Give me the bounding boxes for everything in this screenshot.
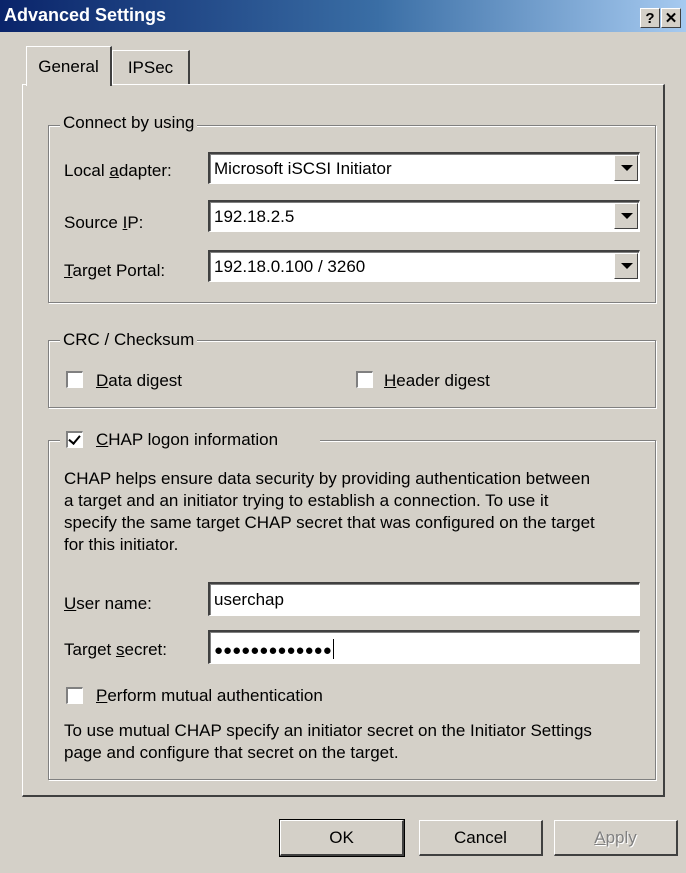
data-digest-checkbox[interactable]	[66, 371, 83, 388]
chap-legend-label: CHAP logon information	[96, 430, 279, 449]
source-ip-label: Source IP:	[64, 213, 144, 232]
target-portal-label: Target Portal:	[64, 261, 166, 280]
tab-ipsec[interactable]: IPSec	[112, 50, 190, 84]
title-bar: Advanced Settings ? ✕	[0, 0, 686, 32]
mutual-note: To use mutual CHAP specify an initiator …	[64, 721, 592, 762]
mutual-auth-checkbox[interactable]	[66, 687, 83, 704]
tab-general-label: General	[38, 56, 99, 76]
target-secret-label: Target secret:	[64, 640, 168, 659]
chap-checkbox[interactable]	[66, 431, 83, 448]
window-title: Advanced Settings	[4, 5, 167, 25]
crc-legend: CRC / Checksum	[60, 330, 198, 350]
target-portal-select[interactable]: 192.18.0.100 / 3260	[208, 250, 640, 282]
local-adapter-label: Local adapter:	[64, 161, 172, 180]
help-icon: ?	[645, 9, 655, 27]
connect-legend: Connect by using	[60, 113, 198, 133]
tab-ipsec-label: IPSec	[127, 57, 174, 77]
tab-general[interactable]: General	[26, 46, 112, 86]
chevron-down-icon[interactable]	[614, 155, 638, 181]
close-button[interactable]: ✕	[661, 8, 681, 28]
help-button[interactable]: ?	[640, 8, 660, 28]
chap-description: CHAP helps ensure data security by provi…	[64, 469, 595, 554]
user-name-value: userchap	[214, 590, 284, 609]
target-secret-value: ●●●●●●●●●●●●●	[214, 639, 334, 659]
target-portal-value: 192.18.0.100 / 3260	[214, 257, 366, 276]
local-adapter-select[interactable]: Microsoft iSCSI Initiator	[208, 152, 640, 184]
user-name-label: User name:	[64, 594, 152, 613]
data-digest-label: Data digest	[96, 371, 183, 390]
cancel-button[interactable]: Cancel	[419, 820, 543, 856]
apply-button[interactable]: Apply	[554, 820, 678, 856]
text-caret	[332, 639, 334, 659]
mutual-auth-label: Perform mutual authentication	[96, 686, 323, 705]
ok-button[interactable]: OK	[279, 819, 405, 857]
source-ip-select[interactable]: 192.18.2.5	[208, 200, 640, 232]
header-digest-checkbox[interactable]	[356, 371, 373, 388]
close-icon: ✕	[664, 9, 678, 27]
chevron-down-icon[interactable]	[614, 203, 638, 229]
target-secret-input[interactable]: ●●●●●●●●●●●●●	[208, 630, 640, 664]
user-name-input[interactable]: userchap	[208, 582, 640, 616]
chevron-down-icon[interactable]	[614, 253, 638, 279]
local-adapter-value: Microsoft iSCSI Initiator	[214, 159, 392, 178]
source-ip-value: 192.18.2.5	[214, 207, 295, 226]
header-digest-label: Header digest	[384, 371, 490, 390]
